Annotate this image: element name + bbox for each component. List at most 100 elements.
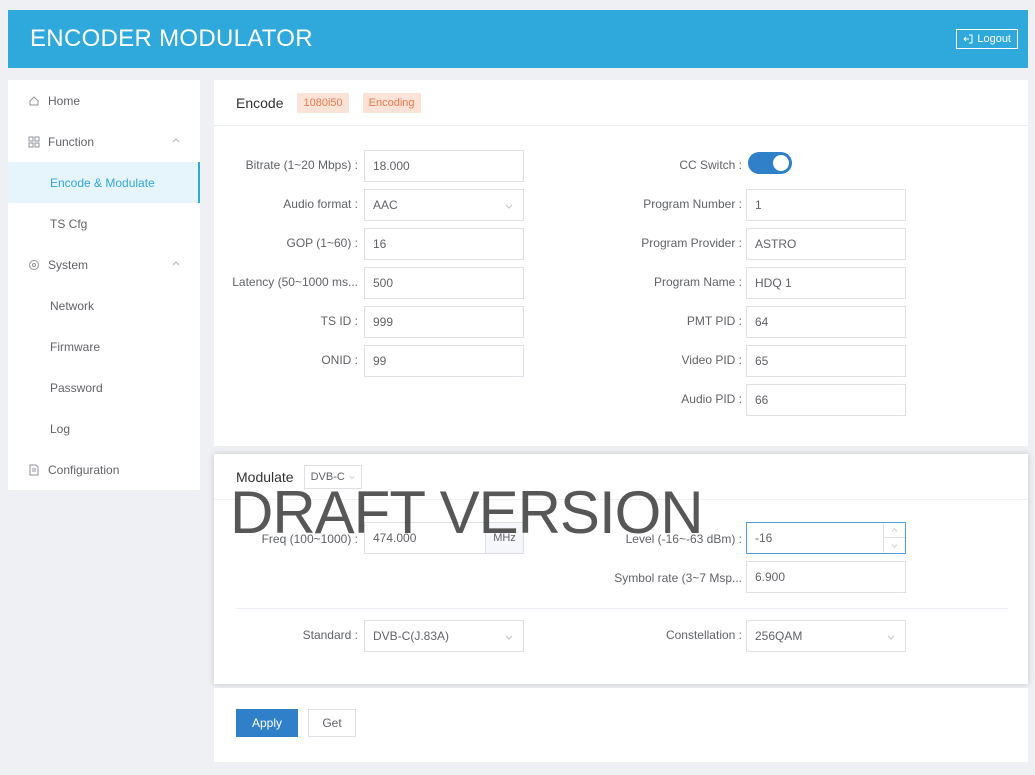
sidebar-item-label: Password: [50, 380, 103, 395]
freq-input[interactable]: 474.000 MHz: [364, 522, 524, 554]
get-button[interactable]: Get: [308, 709, 356, 737]
level-spinner[interactable]: [883, 523, 905, 553]
sidebar-item-home[interactable]: Home: [8, 80, 200, 121]
program-number-label: Program Number :: [643, 197, 742, 211]
video-pid-label: Video PID :: [681, 353, 742, 367]
freq-value: 474.000: [373, 531, 417, 545]
cc-switch-label: CC Switch :: [679, 158, 742, 172]
ts-id-value: 999: [373, 315, 394, 329]
program-number-value: 1: [755, 198, 762, 212]
encode-title: Encode: [236, 94, 284, 111]
chevron-down-icon: [505, 635, 513, 640]
standard-value: DVB-C(J.83A): [373, 629, 450, 643]
level-stepper[interactable]: -16: [746, 522, 906, 554]
sidebar-item-configuration[interactable]: Configuration: [8, 449, 200, 490]
bitrate-input[interactable]: 18.000: [364, 150, 524, 182]
sidebar-item-label: Function: [48, 134, 95, 149]
logout-button[interactable]: Logout: [956, 29, 1018, 49]
actions-panel: Apply Get: [214, 688, 1028, 762]
sidebar-item-system[interactable]: System: [8, 244, 200, 285]
gop-value: 16: [373, 237, 387, 251]
program-provider-value: ASTRO: [755, 237, 797, 251]
status-badge: Encoding: [362, 92, 421, 113]
decrement-button[interactable]: [884, 538, 905, 553]
cc-switch-toggle[interactable]: [748, 152, 792, 174]
sidebar-item-label: System: [48, 257, 89, 272]
encode-header: Encode 1080i50 Encoding: [214, 80, 1028, 126]
onid-value: 99: [373, 354, 387, 368]
program-number-input[interactable]: 1: [746, 189, 906, 221]
bitrate-value: 18.000: [373, 159, 410, 173]
latency-input[interactable]: 500: [364, 267, 524, 299]
chevron-down-icon: [887, 635, 895, 640]
standard-select[interactable]: DVB-C(J.83A): [364, 620, 524, 652]
gop-label: GOP (1~60) :: [286, 236, 358, 250]
standard-label: Standard :: [302, 628, 358, 642]
chevron-up-icon: [172, 261, 180, 266]
logout-label: Logout: [977, 33, 1011, 45]
audio-format-select[interactable]: AAC: [364, 189, 524, 221]
app-header: ENCODER MODULATOR Logout: [8, 10, 1028, 68]
video-pid-value: 65: [755, 354, 769, 368]
constellation-value: 256QAM: [755, 629, 803, 643]
program-provider-input[interactable]: ASTRO: [746, 228, 906, 260]
sidebar-item-label: Log: [50, 421, 71, 436]
onid-input[interactable]: 99: [364, 345, 524, 377]
latency-value: 500: [373, 276, 394, 290]
sidebar-item-ts-cfg[interactable]: TS Cfg: [8, 203, 200, 244]
system-icon: [28, 259, 40, 271]
freq-label: Freq (100~1000) :: [261, 532, 358, 546]
sidebar-item-firmware[interactable]: Firmware: [8, 326, 200, 367]
level-label: Level (-16~-63 dBm) :: [625, 532, 742, 546]
audio-format-value: AAC: [373, 198, 398, 212]
modulate-title: Modulate: [236, 468, 294, 485]
chevron-down-icon: [891, 544, 898, 548]
pmt-pid-label: PMT PID :: [686, 314, 742, 328]
program-name-label: Program Name :: [653, 275, 742, 289]
sidebar-item-label: TS Cfg: [50, 216, 88, 231]
gop-input[interactable]: 16: [364, 228, 524, 260]
ts-id-input[interactable]: 999: [364, 306, 524, 338]
ts-id-label: TS ID :: [320, 314, 358, 328]
home-icon: [28, 95, 40, 107]
constellation-label: Constellation :: [665, 628, 742, 642]
apply-button[interactable]: Apply: [236, 709, 298, 737]
chevron-up-icon: [891, 527, 898, 532]
sidebar-item-label: Network: [50, 298, 95, 313]
modulation-mode-select[interactable]: DVB-C: [303, 464, 362, 489]
logout-icon: [963, 34, 973, 44]
freq-unit: MHz: [485, 523, 523, 553]
sidebar-item-function[interactable]: Function: [8, 121, 200, 162]
file-icon: [28, 464, 40, 476]
grid-icon: [28, 136, 40, 148]
symbol-rate-label: Symbol rate (3~7 Msp...: [614, 571, 742, 585]
audio-pid-label: Audio PID :: [681, 392, 742, 406]
sidebar: Home Function Encode & Modulate TS Cfg S…: [8, 80, 200, 490]
resolution-badge: 1080i50: [297, 92, 349, 113]
sidebar-item-label: Encode & Modulate: [50, 175, 155, 190]
symbol-rate-value: 6.900: [755, 570, 786, 584]
bitrate-label: Bitrate (1~20 Mbps) :: [245, 158, 358, 172]
video-pid-input[interactable]: 65: [746, 345, 906, 377]
sidebar-item-log[interactable]: Log: [8, 408, 200, 449]
pmt-pid-value: 64: [755, 315, 769, 329]
audio-pid-input[interactable]: 66: [746, 384, 906, 416]
program-name-value: HDQ 1: [755, 276, 792, 290]
audio-pid-value: 66: [755, 393, 769, 407]
chevron-down-icon: [505, 204, 513, 209]
sidebar-item-label: Home: [48, 93, 81, 108]
sidebar-item-label: Configuration: [48, 462, 120, 477]
modulation-mode-value: DVB-C: [310, 470, 345, 483]
chevron-up-icon: [172, 138, 180, 143]
sidebar-item-encode-modulate[interactable]: Encode & Modulate: [8, 162, 200, 203]
program-name-input[interactable]: HDQ 1: [746, 267, 906, 299]
modulate-header: Modulate DVB-C: [214, 454, 1028, 500]
sidebar-item-network[interactable]: Network: [8, 285, 200, 326]
audio-format-label: Audio format :: [283, 197, 358, 211]
level-value: -16: [755, 531, 773, 545]
constellation-select[interactable]: 256QAM: [746, 620, 906, 652]
increment-button[interactable]: [884, 523, 905, 538]
sidebar-item-password[interactable]: Password: [8, 367, 200, 408]
symbol-rate-input[interactable]: 6.900: [746, 561, 906, 593]
pmt-pid-input[interactable]: 64: [746, 306, 906, 338]
